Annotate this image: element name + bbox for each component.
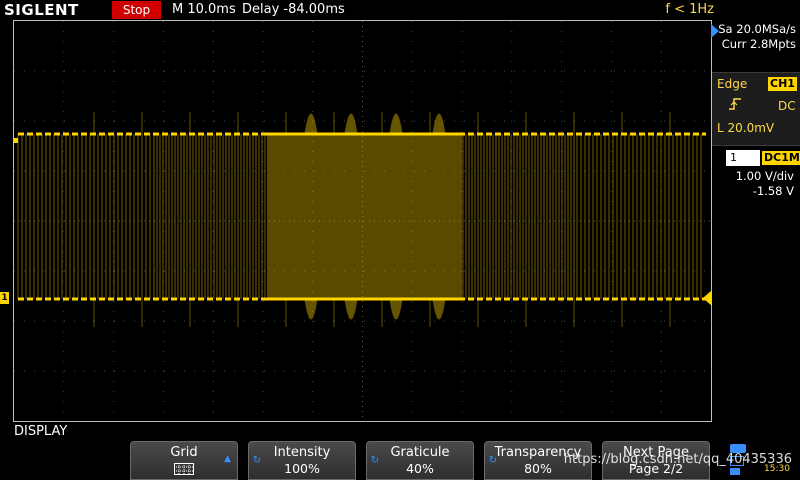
intensity-value: 100% [284,461,320,476]
overshoot-spike [389,113,403,135]
undershoot-spike [304,298,318,320]
sample-rate: Sa 20.0MSa/s [718,22,796,36]
dense-signal-region [267,134,462,299]
channel1-waveform [17,112,706,327]
trigger-source-badge: CH1 [768,77,797,91]
intensity-label: Intensity [273,445,331,460]
vertical-scale: 1.00 V/div [735,169,794,183]
undershoot-spike [432,298,446,320]
channel1-marker-label: 1 [1,293,8,303]
trigger-level-arrow[interactable] [703,290,712,306]
trigger-type: Edge [717,77,748,91]
trigger-coupling: DC [778,99,796,113]
overshoot-spike [344,113,358,135]
graticule-button[interactable]: ↻ Graticule 40% [366,441,474,480]
menu-title: DISPLAY [14,424,68,439]
watermark-text: https://blog.csdn.net/qq_40435336 [563,452,792,467]
memory-depth: Curr 2.8Mpts [721,37,796,51]
grid-icon [174,463,194,475]
channel1-ground-marker[interactable]: 1 [0,292,9,304]
undershoot-spike [344,298,358,320]
graticule-label: Graticule [390,445,450,460]
grid-label: Grid [170,445,198,460]
rising-edge-icon [729,98,741,110]
channel-coupling-badge: DC1M [762,151,800,165]
delay-readout[interactable]: Delay -84.00ms [242,2,345,17]
top-bar: SIGLENT Stop M 10.0ms Delay -84.00ms f <… [0,0,800,20]
graticule-value: 40% [406,461,434,476]
cycle-arrow-icon: ▲ [224,454,231,464]
channel-number: 1 [726,150,760,166]
channel1-info-box[interactable]: 1 DC1M 1.00 V/div -1.58 V [712,145,800,218]
acquisition-info: Sa 20.0MSa/s Curr 2.8Mpts [716,22,796,52]
level-start-marker [13,138,18,143]
overshoot-spike [304,113,318,135]
trigger-frequency-readout: f < 1Hz [665,2,714,17]
waveform-canvas [14,21,711,421]
battery-icon [730,468,740,475]
trigger-info-box[interactable]: Edge CH1 DC L 20.0mV [712,72,800,154]
knob-icon: ↻ [488,455,498,466]
knob-icon: ↻ [370,455,380,466]
trigger-level: L 20.0mV [717,121,775,135]
vertical-offset: -1.58 V [752,184,794,198]
undershoot-spike [389,298,403,320]
timebase-readout[interactable]: M 10.0ms [172,2,236,17]
right-info-panel: Sa 20.0MSa/s Curr 2.8Mpts Edge CH1 DC L … [711,20,800,320]
run-stop-button[interactable]: Stop [112,1,161,19]
intensity-button[interactable]: ↻ Intensity 100% [248,441,356,480]
grid-button[interactable]: Grid ▲ [130,441,238,480]
knob-icon: ↻ [252,455,262,466]
overshoot-spike [432,113,446,135]
brand-logo: SIGLENT [4,1,79,19]
waveform-display[interactable] [13,20,712,422]
